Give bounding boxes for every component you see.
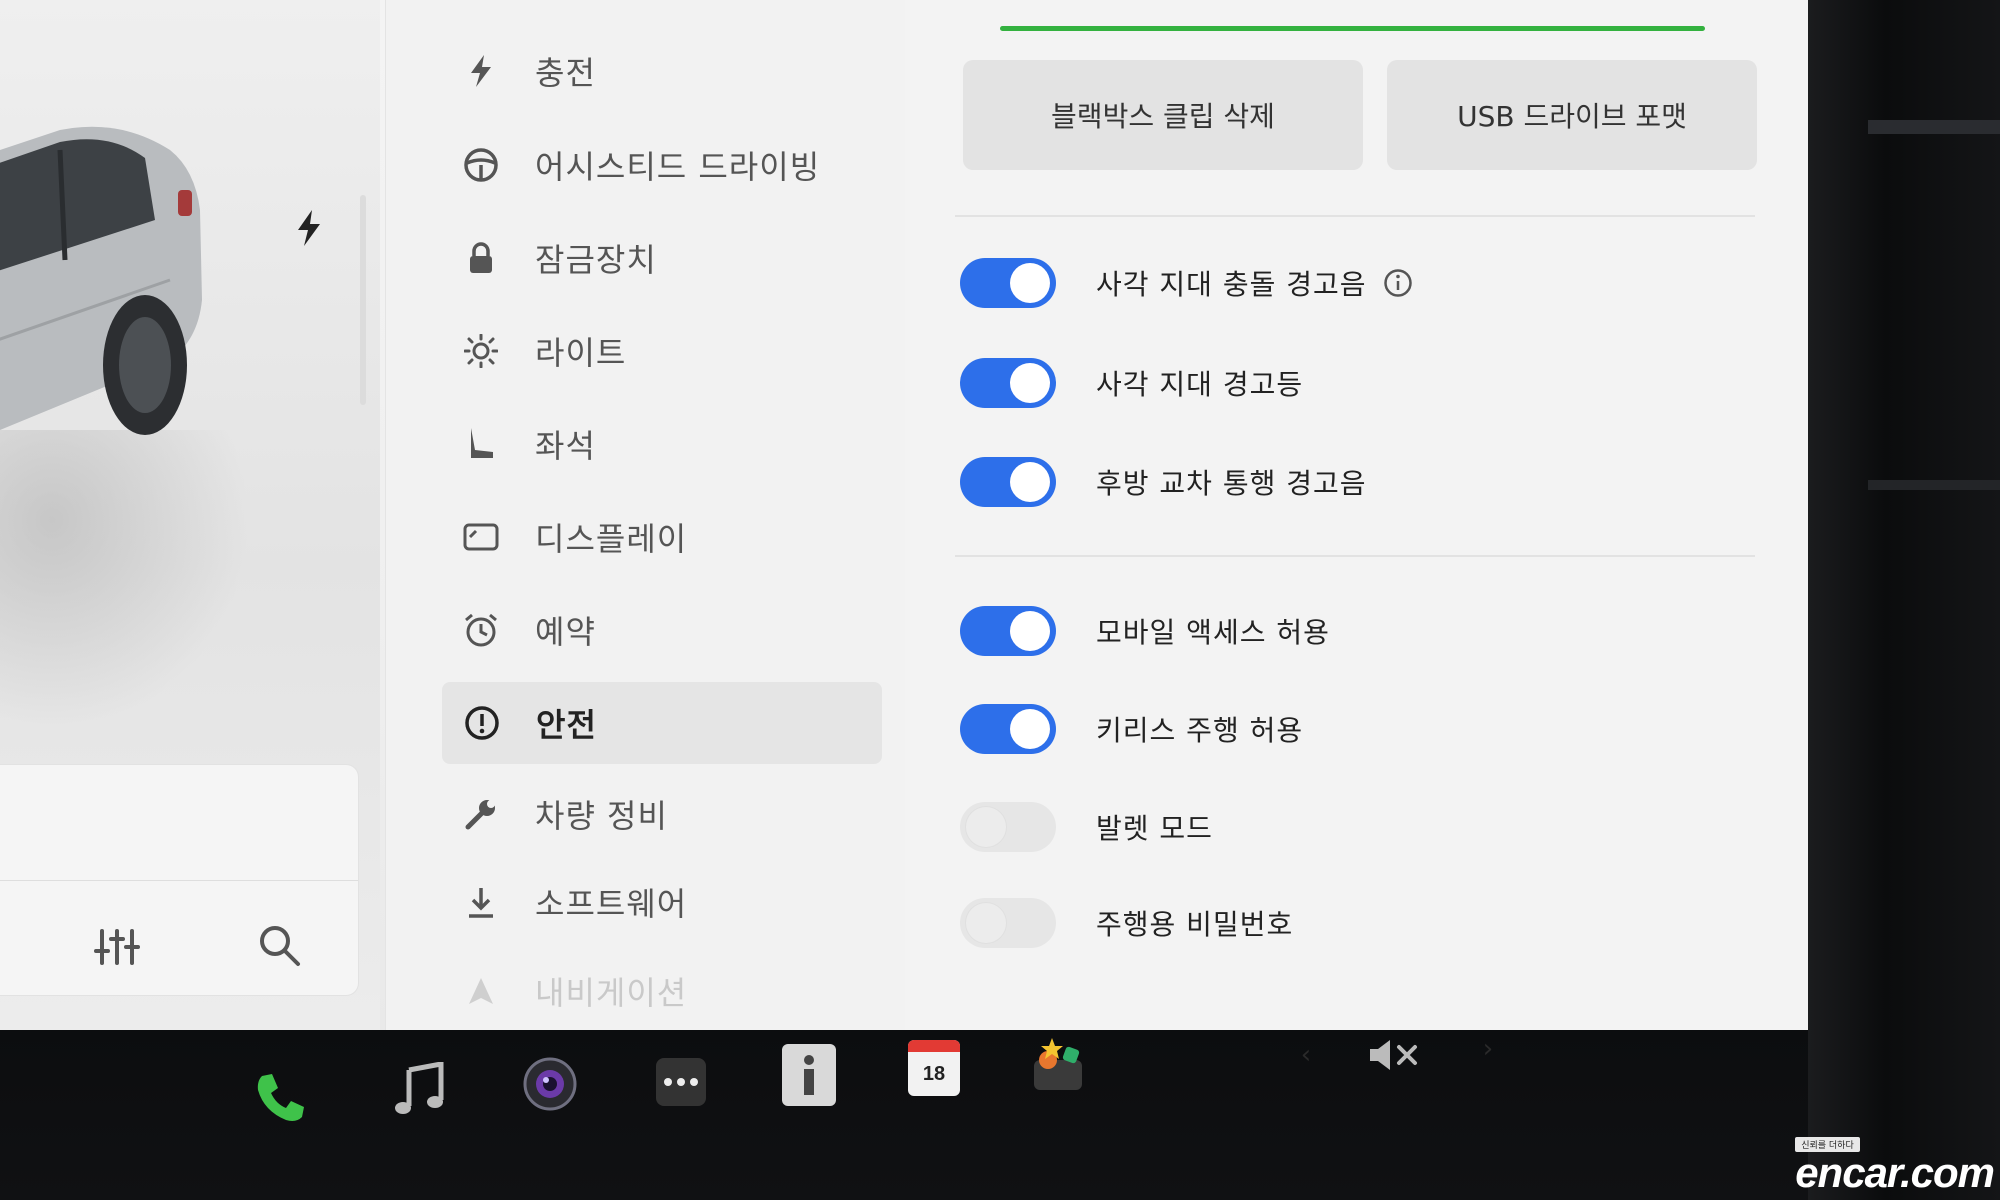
music-icon[interactable] — [390, 1060, 450, 1120]
calendar-header — [908, 1040, 960, 1052]
bolt-icon — [461, 51, 501, 91]
trim-strip — [1868, 480, 2000, 490]
toggle-row-valet-mode[interactable]: 발렛 모드 — [960, 797, 1213, 857]
watermark: 신뢰를 더하다 encar.com — [1795, 1133, 1995, 1196]
search-icon[interactable] — [256, 922, 302, 968]
toggle-label: 주행용 비밀번호 — [1096, 908, 1294, 941]
menu-item-schedule[interactable]: 예약 — [441, 591, 881, 669]
car-image[interactable] — [0, 110, 260, 440]
camera-icon[interactable] — [520, 1054, 580, 1114]
menu-item-label: 예약 — [535, 613, 596, 651]
menu-item-lights[interactable]: 라이트 — [441, 312, 881, 390]
watermark-logo: encar.com — [1795, 1149, 1995, 1196]
quick-controls-card — [0, 765, 358, 995]
toggle-row-blind-spot-chime[interactable]: 사각 지대 충돌 경고음 — [960, 253, 1413, 313]
toggle-switch[interactable] — [960, 258, 1056, 308]
toggle-label: 모바일 액세스 허용 — [1096, 616, 1330, 649]
toggle-switch[interactable] — [960, 704, 1056, 754]
touchscreen: 충전 어시스티드 드라이빙 잠금장치 라이트 좌석 디스플레이 예약 안전 차량… — [0, 0, 1808, 1030]
menu-item-label: 좌석 — [535, 427, 596, 465]
menu-item-label: 충전 — [535, 54, 596, 92]
calendar-icon[interactable]: 18 — [908, 1040, 960, 1096]
calendar-day: 18 — [922, 1062, 946, 1085]
toggle-switch[interactable] — [960, 358, 1056, 408]
menu-item-display[interactable]: 디스플레이 — [441, 498, 881, 576]
navigation-icon — [461, 971, 501, 1011]
display-icon — [461, 517, 501, 557]
toggle-label: 키리스 주행 허용 — [1096, 714, 1304, 747]
menu-item-service[interactable]: 차량 정비 — [441, 775, 881, 853]
vehicle-panel — [0, 0, 380, 1030]
menu-item-label: 안전 — [536, 706, 597, 744]
divider — [0, 880, 358, 881]
menu-item-seats[interactable]: 좌석 — [441, 405, 881, 483]
menu-item-label: 소프트웨어 — [535, 885, 688, 923]
volume-muted-icon[interactable] — [1364, 1030, 1424, 1080]
divider — [955, 215, 1755, 217]
menu-item-label: 내비게이션 — [535, 974, 688, 1012]
menu-item-charging[interactable]: 충전 — [441, 32, 881, 110]
toggle-row-blind-spot-light[interactable]: 사각 지대 경고등 — [960, 353, 1303, 413]
toggle-switch[interactable] — [960, 606, 1056, 656]
menu-item-label: 라이트 — [535, 334, 627, 372]
safety-settings: 블랙박스 클립 삭제 USB 드라이브 포맷 사각 지대 충돌 경고음 사각 지… — [905, 0, 1808, 1030]
divider — [955, 555, 1755, 557]
toggle-label: 사각 지대 경고등 — [1096, 368, 1304, 401]
volume-up-button[interactable]: › — [1476, 1034, 1500, 1064]
toggle-switch[interactable] — [960, 802, 1056, 852]
menu-item-software[interactable]: 소프트웨어 — [441, 863, 881, 941]
toggle-label: 후방 교차 통행 경고음 — [1096, 467, 1367, 500]
steering-wheel-icon — [461, 145, 501, 185]
scrollbar[interactable] — [360, 195, 366, 405]
seat-icon — [461, 424, 501, 464]
lock-icon — [461, 238, 501, 278]
toggle-row-rear-cross-traffic[interactable]: 후방 교차 통행 경고음 — [960, 452, 1367, 512]
alarm-clock-icon — [461, 610, 501, 650]
toggle-row-pin-to-drive[interactable]: 주행용 비밀번호 — [960, 893, 1293, 953]
menu-item-locks[interactable]: 잠금장치 — [441, 219, 881, 297]
menu-item-label: 디스플레이 — [535, 520, 688, 558]
menu-item-assisted-driving[interactable]: 어시스티드 드라이빙 — [441, 126, 881, 204]
alert-circle-icon — [462, 703, 502, 743]
menu-item-label: 차량 정비 — [535, 797, 668, 835]
menu-item-label: 잠금장치 — [535, 241, 657, 279]
toggle-switch[interactable] — [960, 457, 1056, 507]
dashboard-trim — [1808, 0, 2000, 1200]
progress-bar — [1000, 26, 1705, 31]
car-shadow — [0, 430, 250, 730]
toggle-label: 사각 지대 충돌 경고음 — [1096, 268, 1367, 301]
toggle-label: 발렛 모드 — [1096, 812, 1213, 845]
controls-sliders-icon[interactable] — [94, 925, 140, 967]
download-icon — [461, 882, 501, 922]
more-icon[interactable] — [656, 1058, 706, 1106]
menu-item-safety[interactable]: 안전 — [442, 682, 882, 764]
volume-down-button[interactable]: ‹ — [1294, 1040, 1318, 1070]
trim-strip — [1868, 120, 2000, 134]
menu-item-navigation[interactable]: 내비게이션 — [441, 952, 881, 1030]
manual-icon[interactable] — [782, 1044, 836, 1106]
settings-menu: 충전 어시스티드 드라이빙 잠금장치 라이트 좌석 디스플레이 예약 안전 차량… — [385, 0, 906, 1030]
toggle-switch[interactable] — [960, 898, 1056, 948]
menu-item-label: 어시스티드 드라이빙 — [535, 148, 821, 186]
delete-dashcam-clips-button[interactable]: 블랙박스 클립 삭제 — [963, 60, 1363, 170]
light-icon — [461, 331, 501, 371]
toggle-row-mobile-access[interactable]: 모바일 액세스 허용 — [960, 601, 1330, 661]
format-usb-button[interactable]: USB 드라이브 포맷 — [1387, 60, 1757, 170]
taskbar: 18 ‹ › — [0, 1030, 1808, 1200]
phone-icon[interactable] — [250, 1068, 310, 1128]
charge-port-icon[interactable] — [294, 208, 324, 248]
toggle-row-keyless-driving[interactable]: 키리스 주행 허용 — [960, 699, 1303, 759]
wrench-icon — [461, 794, 501, 834]
toybox-icon[interactable] — [1030, 1036, 1086, 1092]
info-icon[interactable] — [1383, 268, 1413, 298]
